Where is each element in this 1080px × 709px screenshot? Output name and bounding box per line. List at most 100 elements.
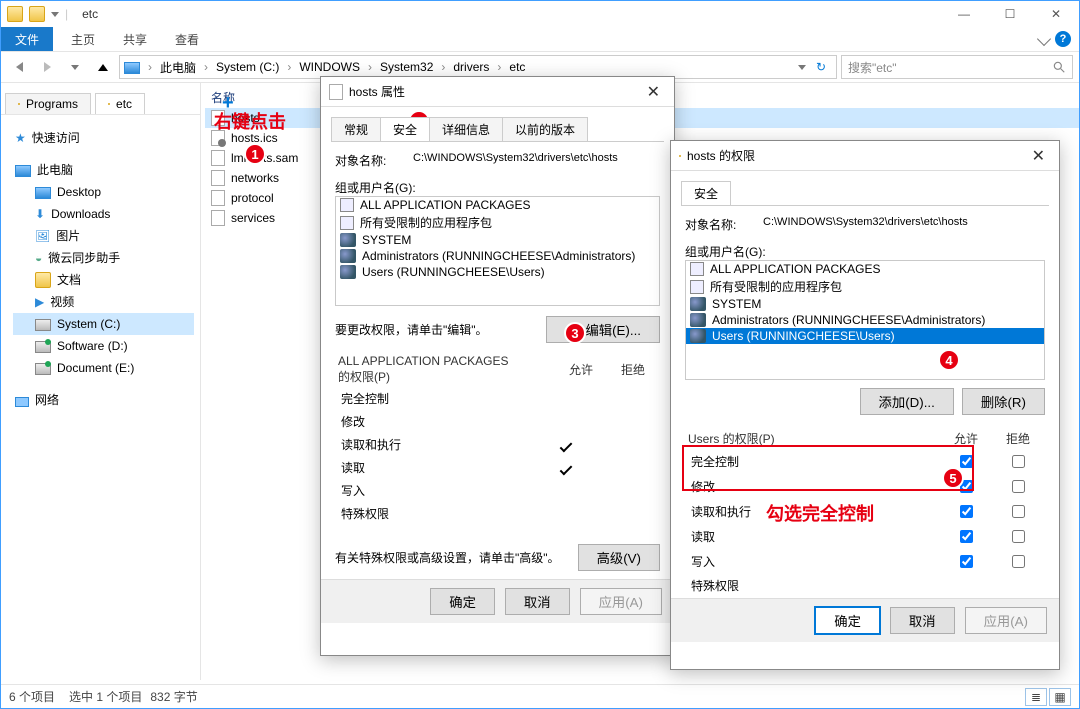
group-item[interactable]: SYSTEM [686,296,1044,312]
remove-user-button[interactable]: 删除(R) [962,388,1045,415]
window-titlebar: | etc — ☐ ✕ [1,1,1079,27]
forward-button[interactable] [35,55,59,79]
groups-list[interactable]: ALL APPLICATION PACKAGES 所有受限制的应用程序包 SYS… [335,196,660,306]
tree-drive-d[interactable]: Software (D:) [13,335,194,357]
breadcrumb[interactable]: WINDOWS [299,60,360,74]
cancel-button[interactable]: 取消 [890,607,955,634]
tree-drive-c[interactable]: System (C:) [13,313,194,335]
address-dropdown-icon[interactable] [798,65,806,70]
tree-videos[interactable]: ▶视频 [13,291,194,313]
cancel-button[interactable]: 取消 [505,588,570,615]
tab-file[interactable]: 文件 [1,27,53,51]
search-placeholder: 搜索"etc" [848,59,897,76]
deny-checkbox[interactable] [1012,480,1025,493]
ok-button[interactable]: 确定 [430,588,495,615]
view-icons-icon[interactable]: ▦ [1049,688,1071,706]
panel-tab-programs[interactable]: Programs [5,93,91,114]
breadcrumb[interactable]: drivers [453,60,489,74]
nav-pane: Programs etc ★快速访问 此电脑 Desktop ⬇Download… [1,83,201,680]
maximize-button[interactable]: ☐ [987,1,1033,27]
prop-tab-details[interactable]: 详细信息 [429,117,503,141]
dialog-titlebar: hosts 的权限 ✕ [671,141,1059,171]
tree-pictures[interactable]: 🖼图片 [13,225,194,247]
tree-drive-e[interactable]: Document (E:) [13,357,194,379]
allow-checkbox[interactable] [960,555,973,568]
deny-checkbox[interactable] [1012,530,1025,543]
tree-desktop[interactable]: Desktop [13,181,194,203]
apply-button[interactable]: 应用(A) [580,588,662,615]
up-button[interactable] [91,55,115,79]
breadcrumb[interactable]: 此电脑 [160,59,196,76]
group-item[interactable]: Users (RUNNINGCHEESE\Users) [336,264,659,280]
file-icon [211,150,225,166]
breadcrumb[interactable]: etc [509,60,525,74]
perm-tab-security[interactable]: 安全 [681,181,731,205]
close-button[interactable]: ✕ [1033,1,1079,27]
annotation-badge-1: 1 [244,143,266,165]
annotation-highlight-box [682,445,974,491]
deny-checkbox[interactable] [1012,455,1025,468]
tab-view[interactable]: 查看 [161,27,213,51]
minimize-button[interactable]: — [941,1,987,27]
search-box[interactable]: 搜索"etc" [841,55,1073,79]
deny-checkbox[interactable] [1012,555,1025,568]
prop-tab-security[interactable]: 安全 [380,117,430,141]
group-item[interactable]: SYSTEM [336,232,659,248]
qat-folder-icon[interactable] [29,6,45,22]
check-icon [560,439,573,452]
tab-share[interactable]: 共享 [109,27,161,51]
view-details-icon[interactable]: ≣ [1025,688,1047,706]
users-icon [340,265,356,279]
groups-list[interactable]: ALL APPLICATION PACKAGES 所有受限制的应用程序包 SYS… [685,260,1045,380]
refresh-button[interactable]: ↻ [810,60,832,74]
allow-checkbox[interactable] [960,530,973,543]
add-user-button[interactable]: 添加(D)... [860,388,954,415]
group-item[interactable]: 所有受限制的应用程序包 [336,213,659,232]
edit-permissions-button[interactable]: 🛡 编辑(E)... [546,316,660,343]
tree-sync[interactable]: ◒微云同步助手 [13,247,194,269]
prop-tab-general[interactable]: 常规 [331,117,381,141]
group-item[interactable]: ALL APPLICATION PACKAGES [336,197,659,213]
history-dropdown[interactable] [63,55,87,79]
object-name-label: 对象名称: [335,152,413,169]
help-icon[interactable]: ? [1055,31,1071,47]
deny-checkbox[interactable] [1012,505,1025,518]
object-name-value: C:\WINDOWS\System32\drivers\etc\hosts [413,152,618,169]
annotation-rightclick: 右键点击 [214,108,286,134]
group-item-selected[interactable]: Users (RUNNINGCHEESE\Users) [686,328,1044,344]
group-item[interactable]: ALL APPLICATION PACKAGES [686,261,1044,277]
dialog-title: hosts 的权限 [687,147,755,164]
apply-button[interactable]: 应用(A) [965,607,1047,634]
tree-documents[interactable]: 文档 [13,269,194,291]
package-icon [690,262,704,276]
back-button[interactable] [7,55,31,79]
allow-checkbox[interactable] [960,505,973,518]
prop-tab-previous[interactable]: 以前的版本 [502,117,588,141]
advanced-button[interactable]: 高级(V) [578,544,660,571]
users-icon [340,233,356,247]
tree-downloads[interactable]: ⬇Downloads [13,203,194,225]
permissions-dialog: hosts 的权限 ✕ 安全 对象名称: C:\WINDOWS\System32… [670,140,1060,670]
tab-home[interactable]: 主页 [57,27,109,51]
package-icon [340,216,354,230]
tree-this-pc[interactable]: 此电脑 [13,159,194,181]
breadcrumb[interactable]: System (C:) [216,60,279,74]
tree-quick-access[interactable]: ★快速访问 [13,127,194,149]
dialog-close-button[interactable]: ✕ [1026,146,1051,166]
status-count: 6 个项目 [9,688,55,705]
qat-dropdown-icon[interactable] [51,12,59,17]
users-icon [690,329,706,343]
breadcrumb[interactable]: System32 [380,60,433,74]
package-icon [340,198,354,212]
group-item[interactable]: Administrators (RUNNINGCHEESE\Administra… [686,312,1044,328]
ribbon-collapse-icon[interactable] [1037,32,1051,46]
package-icon [690,280,704,294]
dialog-close-button[interactable]: ✕ [641,82,666,102]
tree-network[interactable]: 网络 [13,389,194,411]
users-icon [690,297,706,311]
group-item[interactable]: 所有受限制的应用程序包 [686,277,1044,296]
group-item[interactable]: Administrators (RUNNINGCHEESE\Administra… [336,248,659,264]
annotation-badge-3: 3 [564,322,586,344]
panel-tab-etc[interactable]: etc [95,93,145,114]
ok-button[interactable]: 确定 [815,607,880,634]
